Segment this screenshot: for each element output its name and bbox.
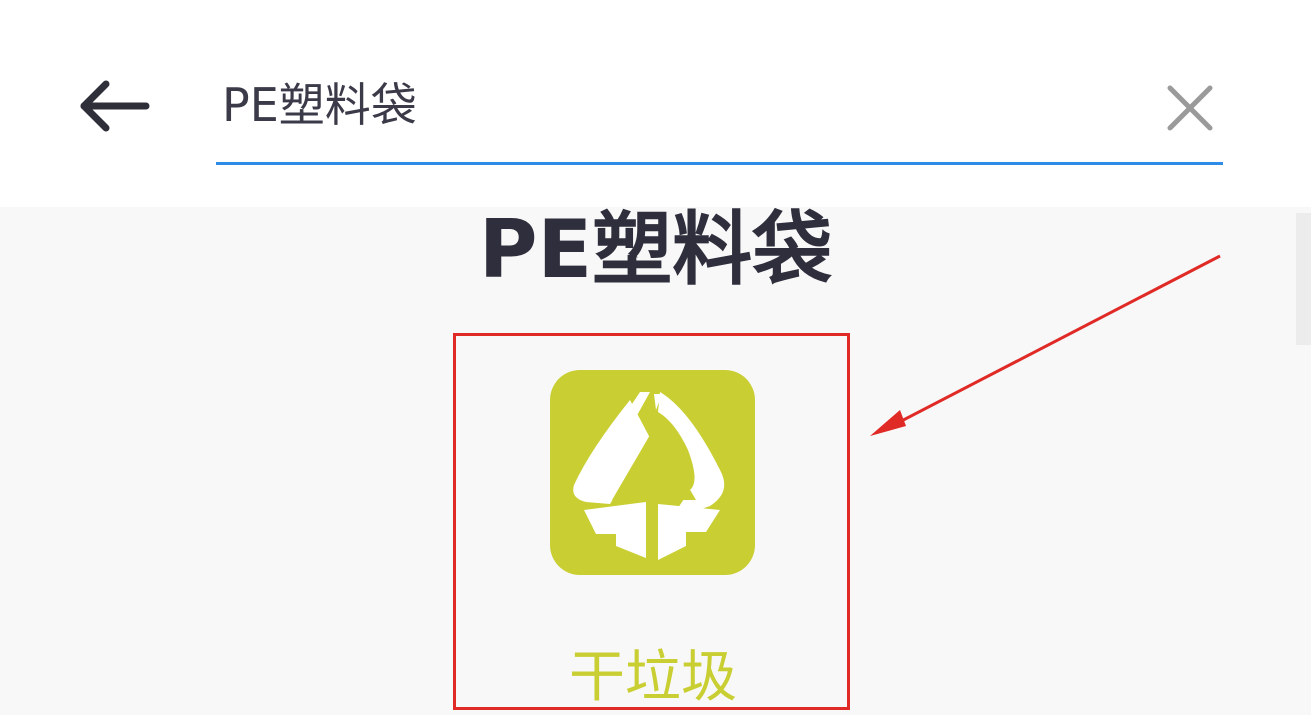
search-input[interactable]: PE塑料袋 [222,74,417,136]
red-arrow-annotation [870,254,1221,436]
clear-search-button[interactable] [1160,78,1220,138]
highlight-annotation-box [453,333,850,710]
app-screen: PE塑料袋 PE塑料袋 干垃圾 [0,0,1311,715]
back-button[interactable] [74,72,154,142]
arrow-left-icon [80,80,150,132]
search-bar: PE塑料袋 [0,0,1311,207]
search-input-underline [216,162,1223,165]
close-icon [1167,85,1213,131]
